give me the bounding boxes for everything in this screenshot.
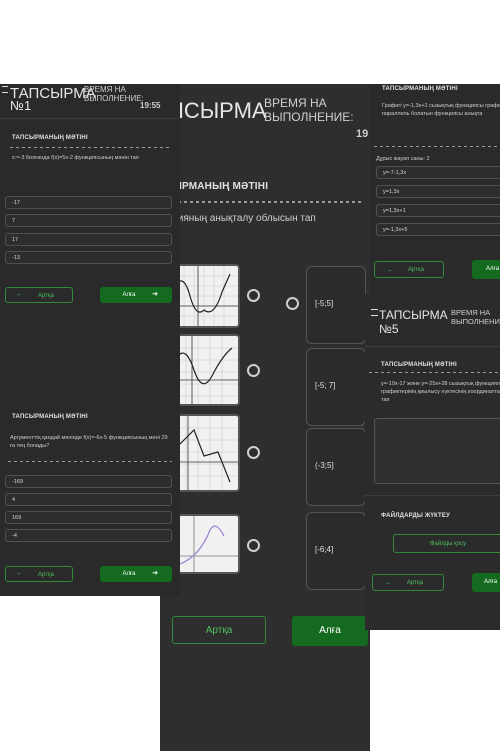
task1-divider bbox=[10, 147, 172, 148]
graph-4-radio[interactable] bbox=[247, 539, 260, 552]
answer-1-radio[interactable] bbox=[286, 297, 299, 310]
graph-option-3[interactable] bbox=[172, 414, 240, 492]
task1-back-button[interactable]: ← Артқа bbox=[5, 287, 73, 303]
task4-back-button[interactable]: ← Артқа bbox=[374, 261, 444, 278]
task5-upload-button[interactable]: Файлды қосу bbox=[393, 534, 500, 553]
graph-2-radio[interactable] bbox=[247, 364, 260, 377]
task2-option-1[interactable]: -169 bbox=[5, 475, 172, 488]
task4-option-1[interactable]: y=-7-1,3x bbox=[376, 166, 500, 179]
task5-next-button[interactable]: Алға bbox=[472, 573, 500, 592]
task1-option-2[interactable]: 7 bbox=[5, 214, 172, 227]
task2-option-2[interactable]: 4 bbox=[5, 493, 172, 506]
task5-title: ТАПСЫРМА bbox=[379, 308, 448, 322]
task4-panel: ТАПСЫРМАНЫҢ МӘТІНІ Графигі y=-1,3x+1 сыз… bbox=[370, 84, 500, 294]
task2-next-label: Алға bbox=[122, 571, 136, 577]
graph-3-radio[interactable] bbox=[247, 446, 260, 459]
task3-section-title: ЫРМАНЫҢ МӘТІНІ bbox=[172, 181, 269, 192]
answer-option-3-label: (-3;5] bbox=[315, 461, 334, 470]
task1-option-3[interactable]: 17 bbox=[5, 233, 172, 246]
task5-back-button[interactable]: ← Артқа bbox=[372, 574, 444, 591]
arrow-left-icon: ← bbox=[385, 579, 392, 586]
task5-upload-title: ФАЙЛДАРДЫ ЖҮКТЕУ bbox=[381, 513, 451, 519]
task2-back-button[interactable]: ← Артқа bbox=[5, 566, 73, 582]
task4-option-2[interactable]: y=1,3x bbox=[376, 185, 500, 198]
menu-icon[interactable] bbox=[371, 309, 378, 316]
graph-option-1[interactable] bbox=[172, 264, 240, 328]
task2-section-title: ТАПСЫРМАНЫҢ МӘТІНІ bbox=[12, 414, 88, 420]
task2-option-3[interactable]: 169 bbox=[5, 511, 172, 524]
task1-timer: 19:55 bbox=[140, 101, 161, 110]
task3-timer: 19 bbox=[356, 128, 369, 140]
task1-back-label: Артқа bbox=[38, 293, 54, 299]
task5-question: y=-10x-17 және y=-25x+28 сызықтық функци… bbox=[381, 381, 500, 403]
task4-divider bbox=[374, 146, 500, 147]
task5-next-label: Алға bbox=[484, 579, 498, 585]
task4-section-title: ТАПСЫРМАНЫҢ МӘТІНІ bbox=[382, 86, 458, 92]
graph-option-4[interactable] bbox=[172, 514, 240, 574]
task1-time-label: ВРЕМЯ НА ВЫПОЛНЕНИЕ: bbox=[84, 85, 144, 103]
task5-answer-textarea[interactable] bbox=[374, 418, 500, 484]
task5-panel: ТАПСЫРМА №5 ВРЕМЯ НА ВЫПОЛНЕНИЕ ТАПСЫРМА… bbox=[365, 294, 500, 630]
header-divider bbox=[365, 346, 500, 347]
task3-panel: ПСЫРМА ВРЕМЯ НА ВЫПОЛНЕНИЕ: 19 ЫРМАНЫҢ М… bbox=[160, 84, 370, 751]
task2-question: Аргументтің қандай мәнінде f(x)=-6x-5 фу… bbox=[10, 435, 168, 449]
task3-next-label: Алға bbox=[319, 625, 341, 636]
task1-option-4[interactable]: -13 bbox=[5, 251, 172, 264]
task4-back-label: Артқа bbox=[408, 267, 424, 273]
task1-number: №1 bbox=[10, 98, 32, 113]
header-divider bbox=[0, 118, 180, 119]
graph-2-plot bbox=[174, 336, 238, 404]
task3-back-label: Артқа bbox=[205, 625, 233, 636]
arrow-right-icon: ➔ bbox=[152, 570, 158, 577]
task3-next-button[interactable]: Алға bbox=[292, 616, 368, 646]
task2-option-4[interactable]: -4 bbox=[5, 529, 172, 542]
task3-divider bbox=[172, 201, 362, 203]
task4-next-button[interactable]: Алға bbox=[472, 260, 500, 279]
section-divider bbox=[365, 495, 500, 496]
task1-question: x:=-3 болғанда f(x)=5x-2 функциясының мә… bbox=[12, 155, 139, 161]
task5-section-title: ТАПСЫРМАНЫҢ МӘТІНІ bbox=[381, 362, 457, 368]
task2-divider bbox=[8, 461, 172, 462]
task4-correct-count: Дұрыс жауап саны: 2 bbox=[376, 156, 430, 162]
arrow-left-icon: ← bbox=[16, 570, 23, 577]
task2-back-label: Артқа bbox=[38, 572, 54, 578]
answer-option-2-label: [-5; 7] bbox=[315, 381, 336, 390]
answer-option-3[interactable]: (-3;5] bbox=[306, 428, 366, 506]
task4-question: Графигі y=-1,3x+1 сызықтық функциясы гра… bbox=[382, 103, 500, 117]
task1-next-label: Алға bbox=[122, 292, 136, 298]
task5-number: №5 bbox=[379, 322, 399, 336]
answer-option-1[interactable]: [-5;5] bbox=[306, 266, 366, 344]
task3-question: цияның анықталу облысын тап bbox=[172, 213, 316, 224]
graph-1-plot bbox=[174, 266, 238, 326]
arrow-left-icon: ← bbox=[387, 266, 394, 273]
graph-option-2[interactable] bbox=[172, 334, 240, 406]
task3-title: ПСЫРМА bbox=[168, 98, 267, 123]
answer-option-4[interactable]: [-6;4] bbox=[306, 512, 366, 590]
task1-panel: ТАПСЫРМА №1 ВРЕМЯ НА ВЫПОЛНЕНИЕ: 19:55 Т… bbox=[0, 84, 180, 404]
menu-icon[interactable] bbox=[2, 86, 8, 93]
answer-option-1-label: [-5;5] bbox=[315, 299, 334, 308]
graph-3-plot bbox=[174, 416, 238, 490]
graph-1-radio[interactable] bbox=[247, 289, 260, 302]
task4-option-4[interactable]: y=-1,3x+5 bbox=[376, 223, 500, 236]
task3-time-label: ВРЕМЯ НА ВЫПОЛНЕНИЕ: bbox=[264, 96, 354, 124]
answer-option-2[interactable]: [-5; 7] bbox=[306, 348, 366, 426]
arrow-right-icon: ➔ bbox=[152, 291, 158, 298]
task1-section-title: ТАПСЫРМАНЫҢ МӘТІНІ bbox=[12, 135, 88, 141]
task5-time-label: ВРЕМЯ НА ВЫПОЛНЕНИЕ bbox=[451, 308, 500, 326]
task2-panel: ТАПСЫРМАНЫҢ МӘТІНІ Аргументтің қандай мә… bbox=[0, 404, 180, 596]
task1-next-button[interactable]: Алға ➔ bbox=[100, 287, 172, 303]
task4-next-label: Алға bbox=[486, 266, 500, 272]
answer-option-4-label: [-6;4] bbox=[315, 545, 334, 554]
task5-back-label: Артқа bbox=[407, 580, 423, 586]
graph-4-plot bbox=[174, 516, 238, 572]
task4-option-3[interactable]: y=1,3x+1 bbox=[376, 204, 500, 217]
task5-upload-label: Файлды қосу bbox=[429, 541, 467, 547]
task2-next-button[interactable]: Алға ➔ bbox=[100, 566, 172, 582]
task5-divider bbox=[369, 372, 500, 373]
task1-option-1[interactable]: -17 bbox=[5, 196, 172, 209]
arrow-left-icon: ← bbox=[16, 291, 23, 298]
task3-back-button[interactable]: Артқа bbox=[172, 616, 266, 644]
